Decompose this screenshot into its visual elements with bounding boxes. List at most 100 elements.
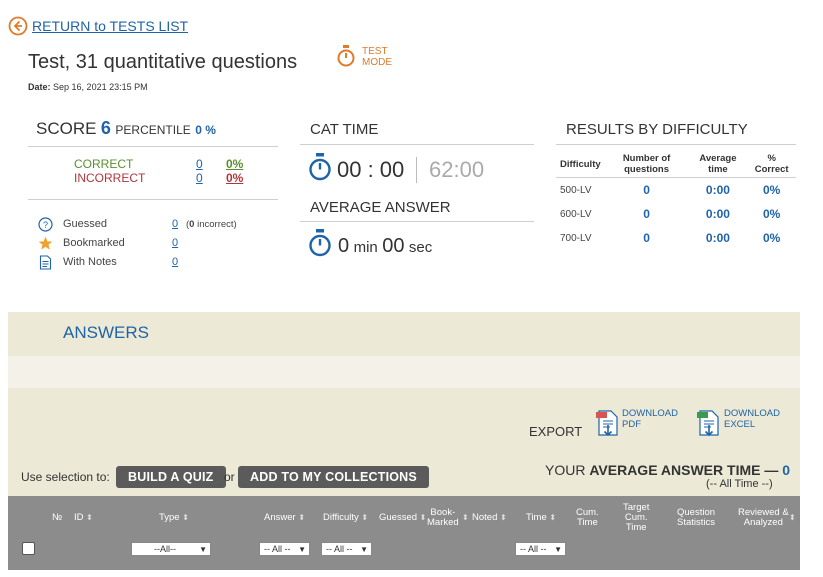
col-reviewed[interactable]: Reviewed & Analyzed xyxy=(738,508,789,528)
avg-answer-time: YOUR AVERAGE ANSWER TIME — 0 xyxy=(545,462,790,478)
col-id-label: ID xyxy=(74,512,84,523)
notes-value[interactable]: 0 xyxy=(172,256,178,268)
stopwatch-icon xyxy=(337,45,355,67)
difficulty-row: 600-LV 0 0:00 0% xyxy=(556,202,796,226)
return-label[interactable]: RETURN to TESTS LIST xyxy=(32,18,188,34)
sort-icon: ⬍ xyxy=(789,513,796,522)
bookmarked-value[interactable]: 0 xyxy=(172,237,178,249)
answer-filter-select[interactable]: -- All -- ▼ xyxy=(259,542,310,556)
col-time-label: Time xyxy=(526,512,547,523)
col-target-cum-time: Target Cum. Time xyxy=(623,503,649,533)
col-cum-time-line2: Time xyxy=(576,517,598,528)
dropdown-arrow-icon: ▼ xyxy=(298,545,306,554)
average-answer-value: 0 min 00 sec xyxy=(338,235,432,258)
correct-label: CORRECT xyxy=(74,157,134,171)
difficulty-pct: 0% xyxy=(763,183,781,197)
score-value: 6 xyxy=(100,118,111,138)
sort-icon: ⬍ xyxy=(298,513,306,522)
incorrect-label: INCORRECT xyxy=(74,171,146,185)
add-to-collections-button[interactable]: ADD TO MY COLLECTIONS xyxy=(238,466,429,488)
incorrect-pct[interactable]: 0% xyxy=(226,171,243,185)
download-pdf-button[interactable]: DOWNLOAD PDF xyxy=(596,408,686,440)
pdf-file-icon xyxy=(596,410,618,437)
difficulty-count: 0 xyxy=(643,183,650,197)
percentile-value: 0 % xyxy=(195,123,216,137)
guessed-label: Guessed xyxy=(63,218,108,230)
score-label: SCORE xyxy=(36,119,97,138)
build-quiz-button[interactable]: BUILD A QUIZ xyxy=(116,466,226,488)
col-question-statistics: Question Statistics xyxy=(677,508,715,528)
average-min-value: 0 xyxy=(338,235,350,257)
difficulty-pct: 0% xyxy=(763,231,781,245)
difficulty-level: 700-LV xyxy=(560,232,592,244)
col-guessed[interactable]: Guessed ⬍ xyxy=(379,513,426,523)
score-divider-2 xyxy=(28,199,278,200)
question-circle-icon: ? xyxy=(38,217,53,232)
guessed-value[interactable]: 0 xyxy=(172,218,178,230)
answers-title: ANSWERS xyxy=(63,323,149,342)
percentile-label: PERCENTILE xyxy=(115,123,191,137)
bookmarked-label: Bookmarked xyxy=(63,237,125,249)
answers-table-header: № ID ⬍ Type ⬍ Answer ⬍ Difficulty ⬍ Gues… xyxy=(8,496,800,570)
col-qstats-line2: Statistics xyxy=(677,517,716,528)
col-bookmarked-sort[interactable]: ⬍ xyxy=(462,513,469,523)
col-type[interactable]: Type ⬍ xyxy=(159,513,189,523)
cat-time-limit: 62:00 xyxy=(429,157,485,182)
excel-file-icon xyxy=(697,410,719,437)
col-time[interactable]: Time ⬍ xyxy=(526,513,556,523)
average-sec-unit: sec xyxy=(408,239,433,256)
difficulty-row: 700-LV 0 0:00 0% xyxy=(556,226,796,250)
average-stopwatch-icon xyxy=(309,229,331,257)
col-target-line3: Time xyxy=(625,522,647,533)
sort-icon: ⬍ xyxy=(462,513,469,522)
incorrect-count[interactable]: 0 xyxy=(196,171,203,185)
sort-icon: ⬍ xyxy=(86,513,93,522)
star-icon xyxy=(38,236,53,250)
avg-answer-time-prefix: YOUR xyxy=(545,462,586,478)
date-value: Sep 16, 2021 23:15 PM xyxy=(53,82,148,92)
notes-label: With Notes xyxy=(63,256,117,268)
answers-panel: ANSWERS EXPORT DOWNLOAD PDF DOWNLOAD EXC… xyxy=(8,312,800,570)
col-number-label: № xyxy=(52,512,63,523)
cat-time-elapsed: 00 : 00 xyxy=(337,157,405,182)
avg-answer-time-dash: — xyxy=(764,462,779,478)
back-arrow-icon xyxy=(8,16,28,36)
download-excel-button[interactable]: DOWNLOAD EXCEL xyxy=(697,408,792,440)
cat-stopwatch-icon xyxy=(309,153,331,181)
dropdown-arrow-icon: ▼ xyxy=(554,545,562,554)
col-reviewed-sort[interactable]: ⬍ xyxy=(789,513,796,523)
page-title: Test, 31 quantitative questions xyxy=(28,51,298,73)
difficulty-filter-select[interactable]: -- All -- ▼ xyxy=(321,542,372,556)
col-difficulty-label: Difficulty xyxy=(323,512,359,523)
correct-count[interactable]: 0 xyxy=(196,157,203,171)
dropdown-arrow-icon: ▼ xyxy=(360,545,368,554)
difficulty-level: 500-LV xyxy=(560,184,592,196)
col-id[interactable]: ID ⬍ xyxy=(74,513,93,523)
difficulty-time: 0:00 xyxy=(705,207,730,221)
selection-prefix: Use selection to: xyxy=(21,470,110,484)
average-sec-value: 00 xyxy=(382,235,405,257)
cat-time-label: CAT TIME xyxy=(310,121,379,138)
col-reviewed-line2: Analyzed xyxy=(743,517,783,528)
difficulty-count: 0 xyxy=(643,231,650,245)
difficulty-table: Difficulty Number of questions Average t… xyxy=(556,151,796,250)
col-answer[interactable]: Answer ⬍ xyxy=(264,513,305,523)
type-filter-select[interactable]: --All-- ▼ xyxy=(131,542,211,556)
guessed-extra-text: incorrect) xyxy=(194,219,237,230)
download-pdf-line2: PDF xyxy=(622,419,641,430)
note-icon xyxy=(39,255,52,270)
correct-pct[interactable]: 0% xyxy=(226,157,243,171)
time-filter-value: -- All -- xyxy=(520,544,547,554)
svg-text:?: ? xyxy=(43,220,48,230)
col-difficulty[interactable]: Difficulty ⬍ xyxy=(323,513,368,523)
select-all-checkbox[interactable] xyxy=(22,542,35,555)
col-bookmarked[interactable]: Book- Marked xyxy=(427,508,459,528)
time-filter-select[interactable]: -- All -- ▼ xyxy=(515,542,566,556)
download-excel-line2: EXCEL xyxy=(724,419,756,430)
col-noted[interactable]: Noted ⬍ xyxy=(472,513,507,523)
answer-filter-value: -- All -- xyxy=(264,544,291,554)
difficulty-header: Average time xyxy=(688,151,748,178)
difficulty-time: 0:00 xyxy=(705,183,730,197)
difficulty-header: Number of questions xyxy=(604,151,689,178)
average-answer-divider xyxy=(300,221,534,222)
